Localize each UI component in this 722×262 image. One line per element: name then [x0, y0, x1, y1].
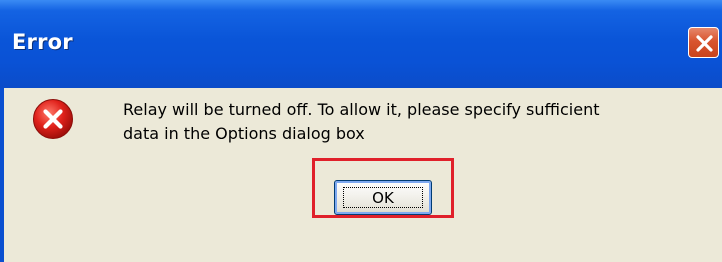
title-bar[interactable]: Error — [0, 0, 722, 88]
dialog-message: Relay will be turned off. To allow it, p… — [123, 98, 718, 146]
message-line-2: data in the Options dialog box — [123, 124, 365, 143]
error-icon — [33, 99, 73, 139]
window-title: Error — [12, 30, 73, 54]
ok-button[interactable]: OK — [334, 180, 432, 215]
close-button[interactable] — [688, 27, 719, 58]
message-line-1: Relay will be turned off. To allow it, p… — [123, 100, 600, 119]
close-icon — [696, 35, 713, 52]
error-dialog: Error Relay will be turned off. To allow… — [0, 0, 722, 262]
